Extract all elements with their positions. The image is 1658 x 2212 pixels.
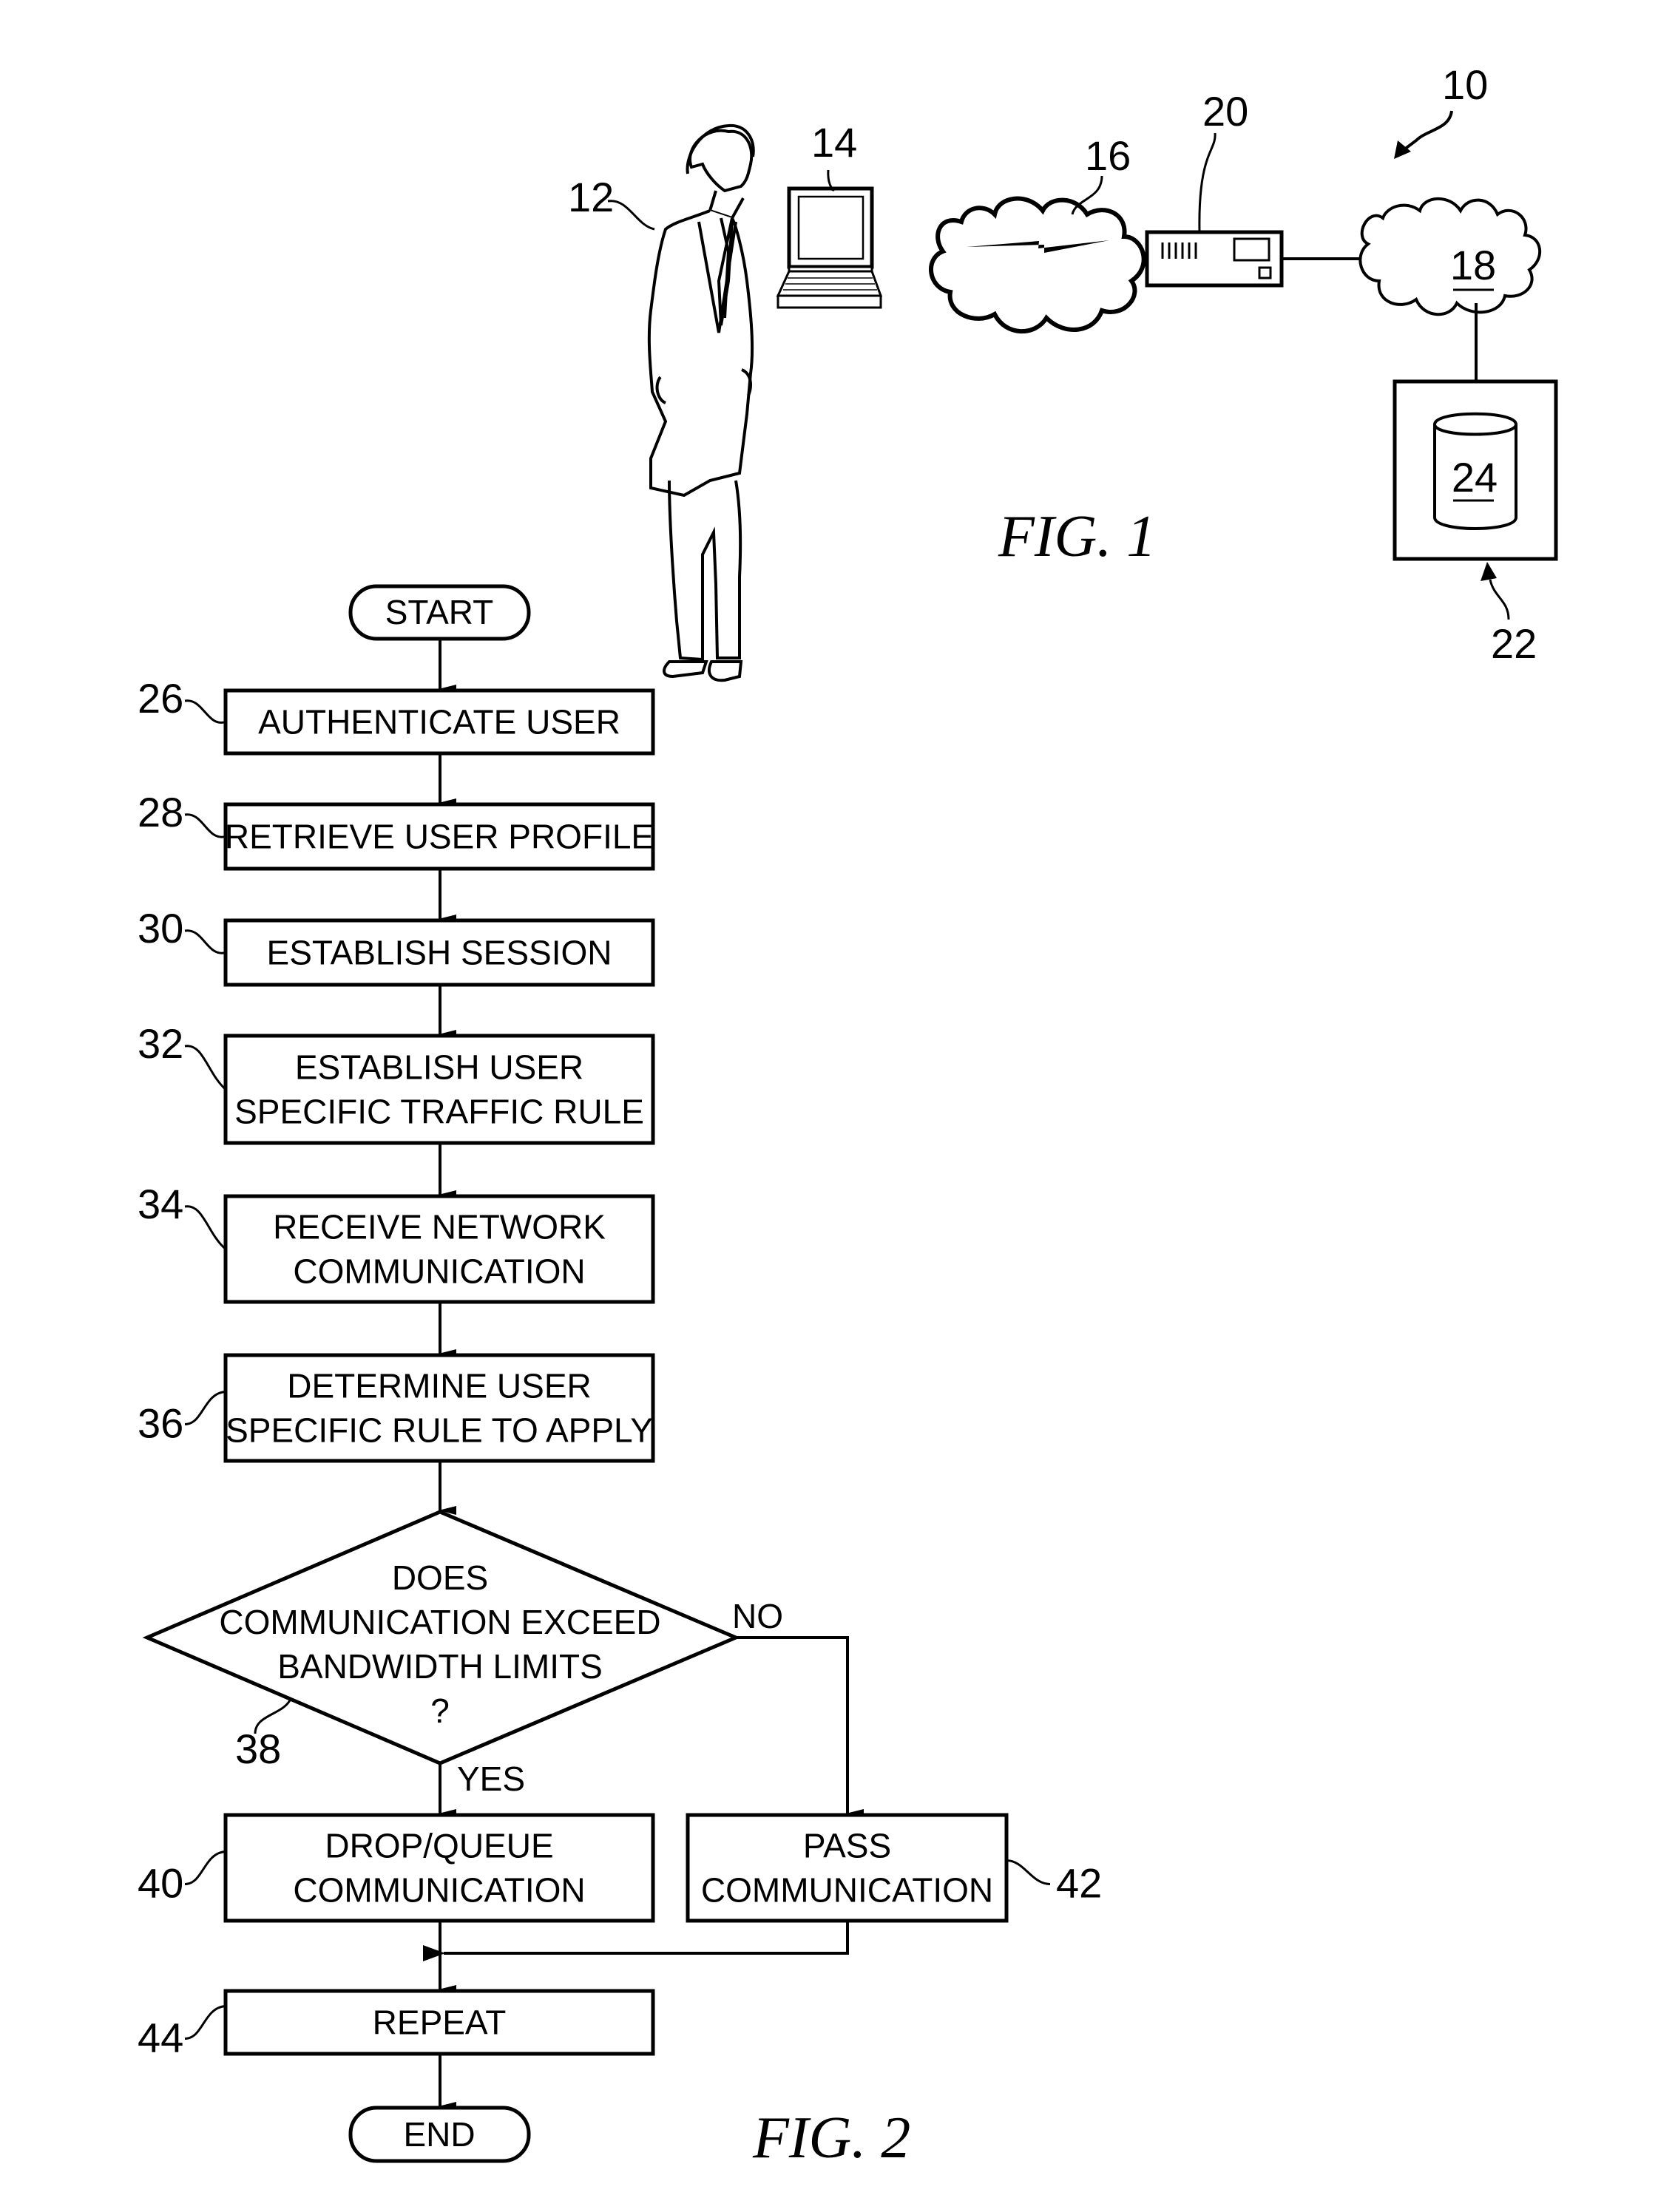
step-label: SPECIFIC TRAFFIC RULE — [234, 1093, 644, 1131]
ref-label-22: 22 — [1491, 620, 1537, 667]
step-label: DETERMINE USER — [287, 1367, 591, 1405]
patent-drawing-sheet: 10 12 14 16 20 18 24 22 FIG. 1 START AUT… — [138, 61, 1558, 2171]
ref-label-28: 28 — [138, 789, 183, 835]
figure-2: START AUTHENTICATE USER 26 RETRIEVE USER P… — [138, 584, 1102, 2171]
start-label: START — [385, 593, 494, 631]
ref-leader-10 — [1400, 110, 1453, 153]
ref-label-26: 26 — [138, 675, 183, 722]
ref-label-20: 20 — [1202, 88, 1248, 135]
yes-label: YES — [457, 1760, 525, 1798]
ref-label-36: 36 — [138, 1400, 183, 1447]
step-label: COMMUNICATION — [293, 1871, 585, 1910]
arrowhead — [1481, 562, 1497, 581]
server-icon — [1145, 230, 1284, 288]
ref-leader-34 — [184, 1205, 226, 1250]
process-step: DETERMINE USER SPECIFIC RULE TO APPLY 36 — [138, 1353, 655, 1463]
no-arrow — [736, 1636, 864, 1818]
step-label: COMMUNICATION — [293, 1252, 585, 1291]
merge-arrow — [423, 1921, 849, 1961]
decision-line: COMMUNICATION EXCEED — [219, 1603, 660, 1641]
ref-leader-44 — [184, 2005, 226, 2040]
ref-leader-28 — [184, 813, 226, 838]
figure-1: 10 12 14 16 20 18 24 22 FIG. 1 — [568, 61, 1558, 682]
network-cloud-icon: 18 — [1358, 197, 1542, 316]
ref-label-14: 14 — [811, 119, 857, 166]
process-step: DROP/QUEUE COMMUNICATION 40 — [138, 1813, 655, 1923]
process-step: ESTABLISH USER SPECIFIC TRAFFIC RULE 32 — [138, 1020, 655, 1145]
ref-leader-42 — [1006, 1859, 1051, 1885]
end-label: END — [403, 2115, 475, 2154]
ref-leader-40 — [184, 1850, 226, 1885]
wireless-cloud-icon — [929, 196, 1146, 334]
ref-label-42: 42 — [1056, 1860, 1102, 1907]
step-label: REPEAT — [373, 2004, 507, 2042]
laptop-icon — [776, 186, 883, 309]
ref-leader-32 — [184, 1045, 227, 1090]
database-icon: 24 — [1433, 412, 1517, 530]
ref-leader-36 — [184, 1391, 226, 1425]
ref-label-38: 38 — [235, 1726, 281, 1772]
person-icon — [647, 123, 755, 682]
step-label: AUTHENTICATE USER — [258, 703, 620, 742]
process-step: ESTABLISH SESSION 30 — [138, 905, 655, 987]
step-label: ESTABLISH SESSION — [267, 934, 612, 972]
ref-leader-30 — [184, 929, 226, 954]
ref-label-32: 32 — [138, 1020, 183, 1067]
decision-line: BANDWIDTH LIMITS — [277, 1647, 603, 1686]
step-label: RECEIVE NETWORK — [273, 1208, 606, 1246]
ref-leader-20 — [1198, 132, 1217, 233]
process-step: REPEAT 44 — [138, 1989, 655, 2061]
process-step: RECEIVE NETWORK COMMUNICATION 34 — [138, 1181, 655, 1304]
ref-label-18: 18 — [1450, 242, 1496, 288]
decision-line: ? — [430, 1692, 450, 1730]
step-label: SPECIFIC RULE TO APPLY — [226, 1411, 653, 1450]
ref-label-12: 12 — [568, 174, 614, 220]
figure-2-caption: FIG. 2 — [752, 2106, 910, 2171]
ref-label-40: 40 — [138, 1860, 183, 1907]
ref-leader-12 — [607, 200, 655, 231]
process-step: AUTHENTICATE USER 26 — [138, 675, 655, 756]
process-step: RETRIEVE USER PROFILE 28 — [138, 789, 655, 871]
step-label: ESTABLISH USER — [295, 1048, 583, 1087]
ref-leader-26 — [184, 699, 226, 724]
start-terminal: START — [348, 584, 531, 641]
ref-label-24: 24 — [1452, 454, 1498, 501]
ref-label-10: 10 — [1442, 61, 1488, 108]
arrowhead — [1394, 140, 1411, 159]
step-label: RETRIEVE USER PROFILE — [225, 818, 654, 856]
step-label: DROP/QUEUE — [325, 1827, 553, 1865]
ref-label-30: 30 — [138, 905, 183, 951]
ref-label-44: 44 — [138, 2015, 183, 2061]
step-label: PASS — [803, 1827, 891, 1865]
ref-leader-22 — [1489, 579, 1510, 620]
end-terminal: END — [348, 2106, 531, 2163]
figure-1-caption: FIG. 1 — [998, 504, 1156, 569]
ref-label-16: 16 — [1085, 132, 1131, 179]
step-label: COMMUNICATION — [701, 1871, 993, 1910]
no-label: NO — [732, 1597, 783, 1635]
decision-line: DOES — [392, 1558, 488, 1597]
process-step: PASS COMMUNICATION 42 — [686, 1813, 1102, 1923]
ref-label-34: 34 — [138, 1181, 183, 1227]
